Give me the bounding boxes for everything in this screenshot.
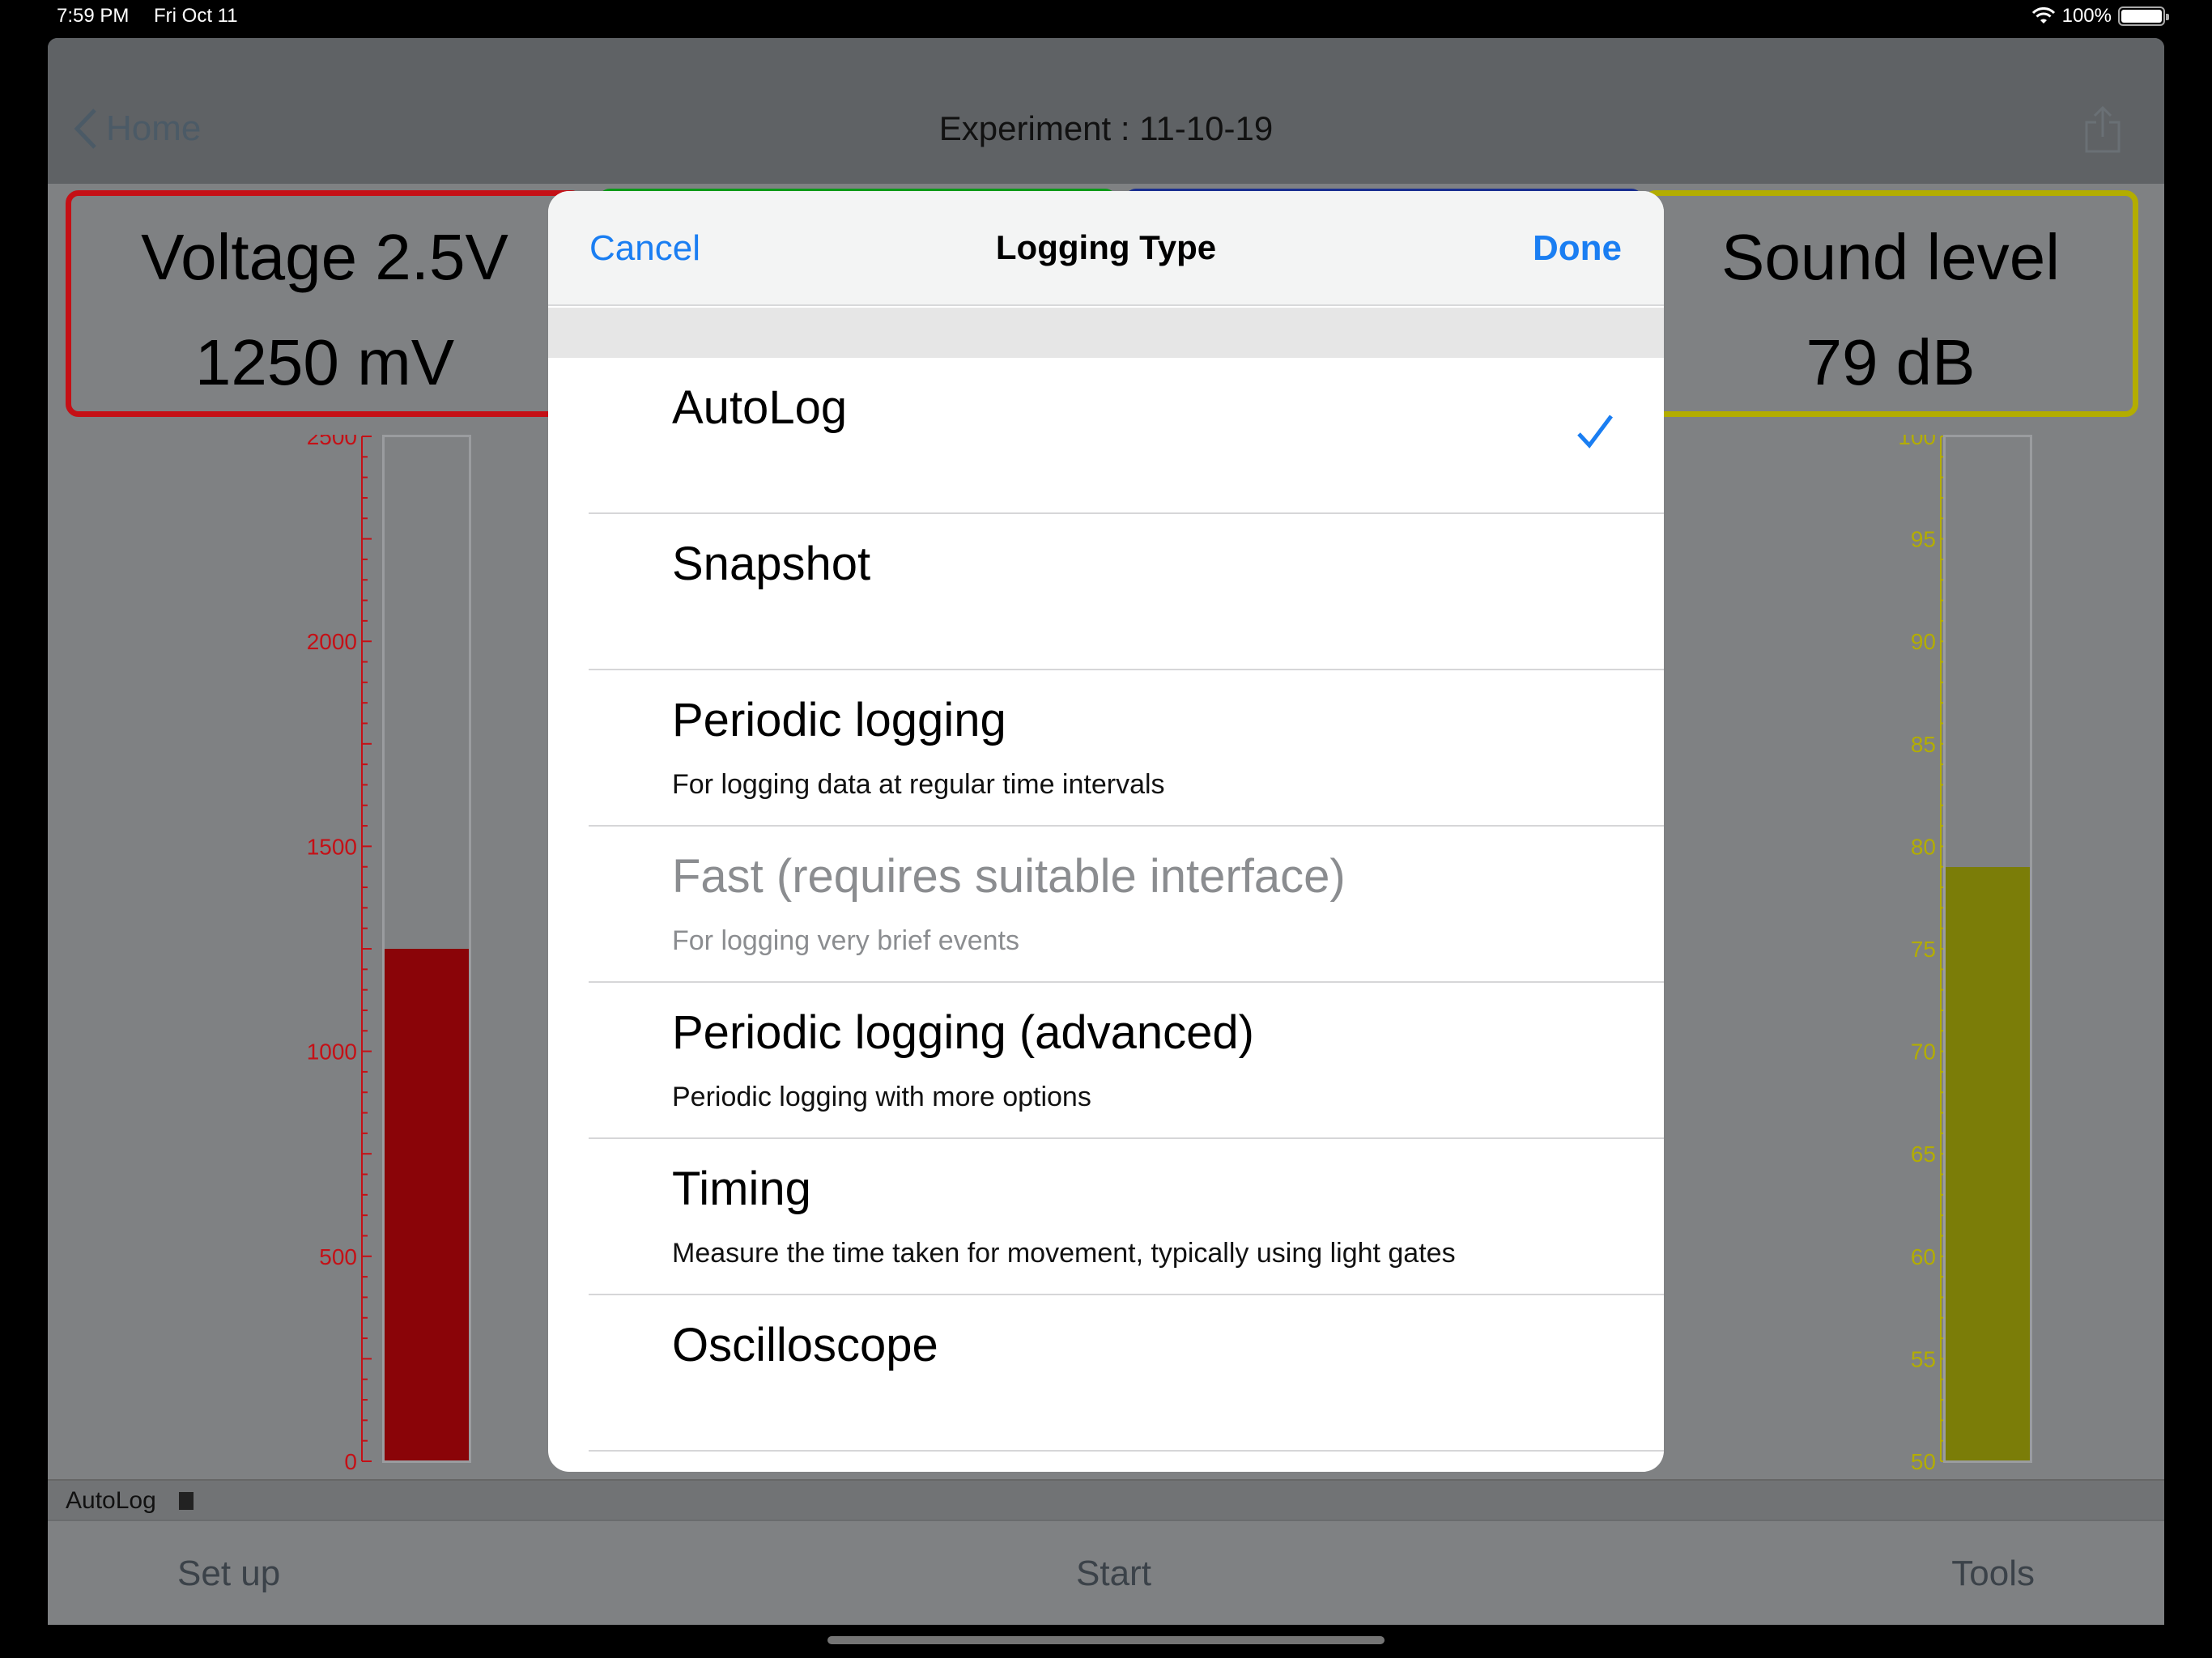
gauge-sound-level [1946, 866, 2030, 1460]
logging-type-modal: Cancel Logging Type Done AutoLog Snapsho… [548, 191, 1664, 1472]
meter-voltage[interactable]: Voltage 2.5V 1250 mV [66, 190, 584, 417]
axis-tick-label: 0 [344, 1449, 357, 1471]
logging-mode-label: AutoLog [66, 1487, 156, 1514]
option-title: AutoLog [672, 381, 848, 434]
option-subtitle: For logging data at regular time interva… [672, 769, 1165, 800]
share-icon[interactable] [2082, 104, 2124, 155]
option-title: Periodic logging (advanced) [672, 1006, 1254, 1059]
axis-tick-label: 55 [1911, 1346, 1936, 1371]
option-timing[interactable]: Timing Measure the time taken for moveme… [548, 1139, 1664, 1295]
modal-header: Cancel Logging Type Done [548, 191, 1664, 306]
gauge-voltage: 2500 2000 1500 1000 500 0 [210, 435, 477, 1471]
option-subtitle: Periodic logging with more options [672, 1082, 1091, 1112]
meter-voltage-title: Voltage 2.5V [141, 221, 508, 293]
axis-tick-label: 90 [1911, 629, 1936, 654]
start-button[interactable]: Start [1076, 1554, 1151, 1594]
axis-tick-label: 60 [1911, 1244, 1936, 1269]
gauge-voltage-axis: 2500 2000 1500 1000 500 0 [307, 435, 372, 1471]
home-indicator [827, 1636, 1385, 1644]
option-title: Snapshot [672, 538, 871, 590]
axis-tick-label: 85 [1911, 732, 1936, 757]
axis-tick-label: 2000 [307, 629, 357, 654]
axis-tick-label: 70 [1911, 1039, 1936, 1065]
meter-sound-value: 79 dB [1806, 326, 1976, 398]
axis-tick-label: 65 [1911, 1141, 1936, 1167]
option-periodic-logging[interactable]: Periodic logging For logging data at reg… [548, 670, 1664, 827]
modal-title: Logging Type [995, 228, 1217, 266]
axis-tick-label: 500 [319, 1244, 357, 1269]
navigation-bar: Home Experiment : 11-10-19 [48, 38, 2164, 184]
option-title: Timing [672, 1163, 811, 1215]
option-oscilloscope[interactable]: Oscilloscope [548, 1295, 1664, 1452]
option-snapshot[interactable]: Snapshot [548, 514, 1664, 670]
option-subtitle: For logging very brief events [672, 925, 1019, 956]
wifi-icon [2031, 7, 2055, 23]
gauge-sound-tube [1943, 435, 2032, 1463]
bottom-toolbar: Set up Start Tools [48, 1520, 2164, 1625]
axis-tick-label: 1500 [307, 834, 357, 859]
row-separator [589, 1450, 1664, 1452]
axis-tick-label: 80 [1911, 834, 1936, 859]
setup-button[interactable]: Set up [177, 1554, 280, 1594]
gauge-sound: 100 95 90 85 80 75 70 65 60 55 50 [1789, 435, 2056, 1471]
gauge-voltage-tube [382, 435, 471, 1463]
option-autolog[interactable]: AutoLog [548, 358, 1664, 514]
axis-tick-label: 2500 [307, 435, 357, 449]
done-button[interactable]: Done [1533, 228, 1622, 269]
tools-button[interactable]: Tools [1951, 1554, 2035, 1594]
option-fast: Fast (requires suitable interface) For l… [548, 827, 1664, 983]
meter-sound-title: Sound level [1721, 221, 2061, 293]
battery-percent: 100% [2061, 5, 2112, 27]
axis-tick-label: 1000 [307, 1039, 357, 1065]
meter-voltage-value: 1250 mV [194, 326, 455, 398]
gauge-voltage-level [385, 949, 469, 1460]
axis-tick-label: 95 [1911, 527, 1936, 552]
status-date: Fri Oct 11 [154, 5, 238, 27]
page-title: Experiment : 11-10-19 [938, 109, 1274, 147]
option-title: Oscilloscope [672, 1319, 938, 1371]
status-time: 7:59 PM [57, 5, 130, 27]
option-subtitle: Measure the time taken for movement, typ… [672, 1238, 1456, 1269]
axis-tick-label: 50 [1911, 1449, 1936, 1471]
axis-tick-label: 75 [1911, 937, 1936, 962]
status-bar: 7:59 PM Fri Oct 11 100% [0, 0, 2212, 37]
option-title: Periodic logging [672, 694, 1006, 746]
list-section-spacer [548, 308, 1664, 358]
status-right: 100% [2031, 5, 2169, 28]
logging-status-bar: AutoLog [48, 1479, 2164, 1520]
checkmark-icon [1577, 414, 1613, 449]
option-periodic-logging-advanced[interactable]: Periodic logging (advanced) Periodic log… [548, 983, 1664, 1139]
logging-type-list: AutoLog Snapshot Periodic logging For lo… [548, 358, 1664, 1452]
meter-sound[interactable]: Sound level 79 dB [1643, 190, 2138, 417]
stop-indicator-icon [179, 1492, 194, 1510]
axis-tick-label: 100 [1898, 435, 1936, 449]
gauge-sound-axis: 100 95 90 85 80 75 70 65 60 55 50 [1898, 435, 1950, 1471]
option-title: Fast (requires suitable interface) [672, 850, 1346, 903]
battery-icon [2118, 6, 2169, 26]
